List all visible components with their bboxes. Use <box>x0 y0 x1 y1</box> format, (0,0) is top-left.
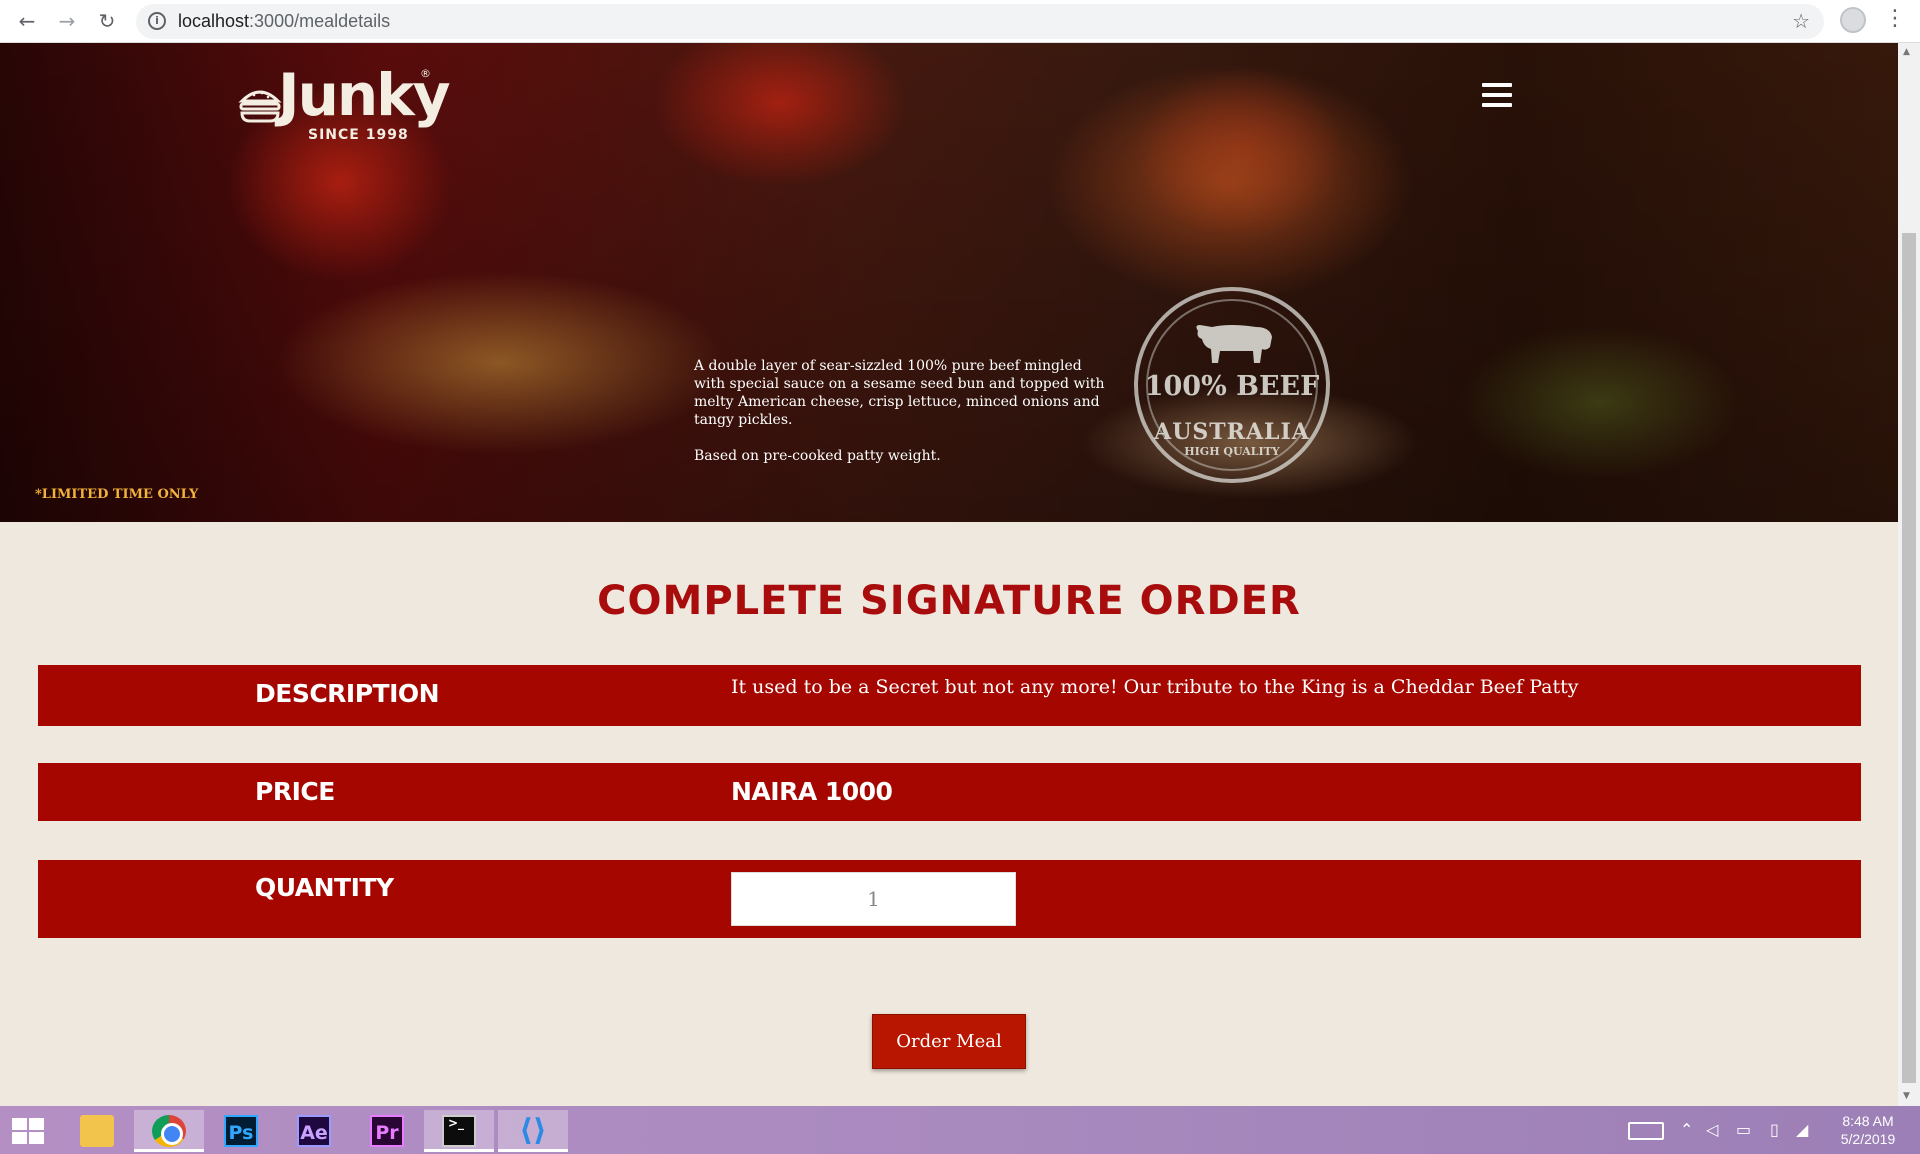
clock-time: 8:48 AM <box>1842 1113 1894 1129</box>
hero-description-text: A double layer of sear-sizzled 100% pure… <box>694 358 1105 428</box>
chrome-icon[interactable] <box>134 1110 204 1152</box>
description-row: DESCRIPTION It used to be a Secret but n… <box>38 665 1861 726</box>
logo-registered-mark: ® <box>420 67 431 80</box>
bookmark-star-icon[interactable]: ☆ <box>1792 9 1810 33</box>
price-row: PRICE NAIRA 1000 <box>38 763 1861 821</box>
quantity-input[interactable]: 1 <box>731 872 1016 926</box>
description-value: It used to be a Secret but not any more!… <box>731 676 1579 698</box>
price-label: PRICE <box>255 777 335 806</box>
order-meal-button[interactable]: Order Meal <box>872 1014 1026 1069</box>
forward-icon[interactable]: → <box>54 8 80 34</box>
premiere-glyph: Pr <box>370 1115 404 1147</box>
cow-icon <box>1196 325 1272 363</box>
terminal-icon[interactable]: >_ <box>424 1110 494 1152</box>
page-title: COMPLETE SIGNATURE ORDER <box>597 578 1301 624</box>
after-effects-icon[interactable]: Ae <box>279 1110 349 1152</box>
hero-description: A double layer of sear-sizzled 100% pure… <box>694 357 1114 465</box>
info-icon[interactable]: i <box>148 12 166 30</box>
quantity-label: QUANTITY <box>255 873 394 902</box>
quantity-row: QUANTITY 1 <box>38 860 1861 938</box>
reload-icon[interactable]: ↻ <box>94 8 120 34</box>
scroll-down-icon[interactable]: ▼ <box>1903 1091 1910 1101</box>
url-text[interactable]: localhost:3000/mealdetails <box>178 11 390 32</box>
scroll-up-icon[interactable]: ▲ <box>1903 47 1910 57</box>
beef-quality-stamp: 100% BEEF AUSTRALIA HIGH QUALITY <box>1134 287 1330 483</box>
chrome-glyph <box>152 1115 186 1147</box>
clock-date: 5/2/2019 <box>1840 1131 1896 1147</box>
page-scrollbar[interactable]: ▲ ▼ <box>1898 43 1920 1106</box>
address-bar[interactable]: i localhost:3000/mealdetails ☆ <box>136 4 1824 39</box>
vscode-glyph: ⟨⟩ <box>519 1113 547 1148</box>
windows-taskbar: Ps Ae Pr >_ ⟨⟩ ⌃ ◁ ▭ ▯ ◢ 8:48 AM 5/2/201… <box>0 1106 1920 1154</box>
vscode-icon[interactable]: ⟨⟩ <box>498 1110 568 1152</box>
logo-since: SINCE 1998 <box>308 127 409 143</box>
photoshop-icon[interactable]: Ps <box>206 1110 276 1152</box>
terminal-glyph: >_ <box>442 1115 476 1147</box>
hero-banner: Junky ® SINCE 1998 A double layer of sea… <box>0 43 1898 522</box>
back-icon[interactable]: ← <box>14 8 40 34</box>
hamburger-menu-icon[interactable] <box>1482 83 1512 107</box>
stamp-small-text: HIGH QUALITY <box>1184 445 1280 458</box>
browser-menu-icon[interactable]: ⋮ <box>1884 6 1906 31</box>
windows-start-icon[interactable] <box>12 1118 46 1144</box>
profile-avatar-icon[interactable] <box>1840 7 1866 33</box>
hero-note-text: Based on pre-cooked patty weight. <box>694 448 941 464</box>
scroll-thumb[interactable] <box>1902 233 1916 1083</box>
limited-time-label: *LIMITED TIME ONLY <box>35 487 199 502</box>
burger-icon <box>238 90 282 123</box>
wifi-signal-icon[interactable]: ◢ <box>1796 1120 1808 1139</box>
battery-icon[interactable]: ▯ <box>1770 1120 1779 1139</box>
file-explorer-icon[interactable] <box>62 1110 132 1152</box>
system-clock[interactable]: 8:48 AM 5/2/2019 <box>1828 1112 1908 1148</box>
price-value: NAIRA 1000 <box>731 777 893 806</box>
touch-keyboard-icon[interactable] <box>1628 1122 1664 1140</box>
folder-glyph <box>80 1115 114 1147</box>
premiere-icon[interactable]: Pr <box>352 1110 422 1152</box>
network-icon[interactable]: ▭ <box>1736 1120 1751 1139</box>
volume-icon[interactable]: ◁ <box>1706 1120 1718 1139</box>
after-effects-glyph: Ae <box>297 1115 331 1147</box>
stamp-main-text: 100% BEEF <box>1144 371 1320 402</box>
description-label: DESCRIPTION <box>255 679 440 708</box>
url-host: localhost <box>178 11 250 31</box>
photoshop-glyph: Ps <box>224 1115 258 1147</box>
url-path: :3000/mealdetails <box>249 11 391 31</box>
show-hidden-icons-icon[interactable]: ⌃ <box>1680 1120 1693 1139</box>
stamp-sub-text: AUSTRALIA <box>1154 419 1310 445</box>
browser-toolbar: ← → ↻ i localhost:3000/mealdetails ☆ ⋮ <box>0 0 1920 43</box>
